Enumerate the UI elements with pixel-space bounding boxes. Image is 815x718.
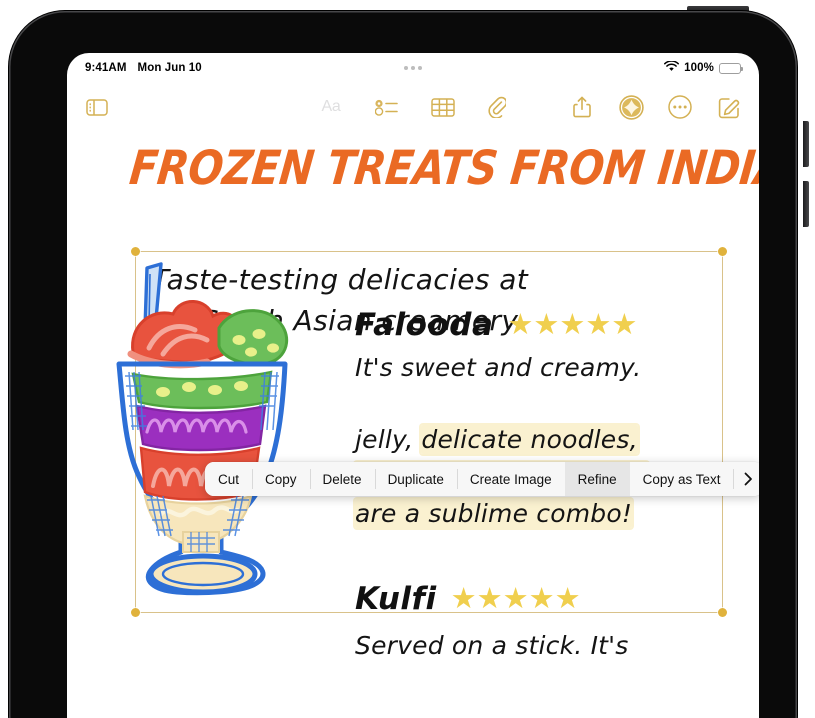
entry-body-falooda-line-1: It's sweet and creamy.: [355, 349, 685, 386]
volume-up-button[interactable]: [803, 121, 809, 167]
notes-toolbar: Aa: [67, 83, 759, 131]
battery-percent: 100%: [684, 62, 714, 74]
toolbar-right-group: [568, 93, 743, 121]
entry-name-falooda: Falooda: [355, 307, 494, 343]
wifi-icon: [664, 60, 680, 75]
chevron-right-icon[interactable]: [733, 462, 759, 496]
status-time: 9:41AM: [85, 62, 127, 74]
status-bar-left: 9:41AM Mon Jun 10: [85, 62, 202, 74]
toolbar-center-group: Aa: [315, 93, 511, 121]
volume-down-button[interactable]: [803, 181, 809, 227]
ctx-delete[interactable]: Delete: [309, 462, 375, 496]
falooda-sundae-drawing: [103, 256, 318, 606]
note-canvas[interactable]: FROZEN TREATS FROM INDIA Taste-testing d…: [67, 131, 759, 718]
ctx-cut[interactable]: Cut: [205, 462, 253, 496]
multitasking-dots-indicator[interactable]: [404, 66, 422, 70]
toolbar-left-group: [83, 93, 111, 121]
ctx-create-image[interactable]: Create Image: [456, 462, 565, 496]
compose-new-note-icon[interactable]: [715, 93, 743, 121]
format-text-button[interactable]: Aa: [315, 93, 347, 121]
selection-handle-bottom-left[interactable]: [131, 608, 140, 617]
falooda-text-line-2: jelly,: [355, 425, 414, 454]
screenshot-stage: 9:41AM Mon Jun 10 100% Aa FROZEN TREATS …: [0, 0, 815, 718]
note-title: FROZEN TREATS FROM INDIA: [127, 140, 759, 196]
battery-full-icon: [719, 62, 744, 74]
falooda-highlight-1: delicate noodles,: [421, 425, 638, 454]
ctx-copy[interactable]: Copy: [252, 462, 310, 496]
entry-rating-falooda: ★★★★★: [507, 308, 638, 341]
entry-name-kulfi: Kulfi: [355, 581, 437, 617]
status-date: Mon Jun 10: [137, 62, 202, 74]
checklist-icon[interactable]: [371, 93, 403, 121]
tablet-screen: 9:41AM Mon Jun 10 100% Aa FROZEN TREATS …: [67, 53, 759, 718]
handwriting-context-menu[interactable]: Cut Copy Delete Duplicate Create Image R…: [205, 462, 759, 496]
entry-rating-kulfi: ★★★★★: [450, 582, 581, 615]
sidebar-toggle-icon[interactable]: [83, 93, 111, 121]
ctx-copy-as-text[interactable]: Copy as Text: [629, 462, 734, 496]
entry-body-kulfi: Served on a stick. It's: [355, 627, 715, 664]
apple-intelligence-icon[interactable]: [617, 93, 645, 121]
more-ellipsis-icon[interactable]: [666, 93, 694, 121]
selection-handle-top-left[interactable]: [131, 247, 140, 256]
format-label: Aa: [321, 98, 341, 115]
entry-falooda-header: Falooda ★★★★★: [355, 307, 637, 343]
tablet-device-frame: 9:41AM Mon Jun 10 100% Aa FROZEN TREATS …: [9, 11, 797, 718]
kulfi-text-line-1: Served on a stick. It's: [355, 631, 629, 660]
selection-handle-top-right[interactable]: [718, 247, 727, 256]
ctx-duplicate[interactable]: Duplicate: [374, 462, 457, 496]
falooda-text-line-1: It's sweet and creamy.: [355, 353, 642, 382]
table-icon[interactable]: [427, 93, 459, 121]
falooda-highlight-3: are a sublime combo!: [355, 499, 633, 528]
entry-kulfi-header: Kulfi ★★★★★: [355, 581, 581, 617]
paperclip-icon[interactable]: [483, 93, 511, 121]
status-bar-right: 100%: [664, 60, 744, 75]
selection-handle-bottom-right[interactable]: [718, 608, 727, 617]
ctx-refine[interactable]: Refine: [564, 462, 630, 496]
share-icon[interactable]: [568, 93, 596, 121]
